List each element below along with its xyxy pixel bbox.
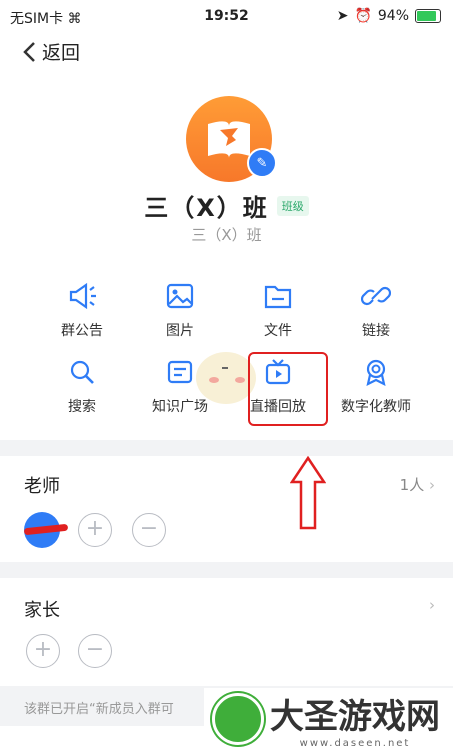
watermark-brand: 大圣游戏网 bbox=[270, 697, 440, 737]
grid-item-search[interactable]: 搜索 bbox=[33, 358, 131, 416]
teachers-count-link[interactable]: 1人 › bbox=[400, 474, 435, 495]
group-name: 三（X）班 bbox=[144, 194, 269, 222]
watermark-domain: www.daseen.net bbox=[299, 738, 411, 749]
location-icon: ➤ bbox=[336, 8, 349, 24]
grid-item-announcement[interactable]: 群公告 bbox=[33, 282, 131, 340]
parents-title: 家长 bbox=[24, 600, 60, 621]
teacher-avatar[interactable] bbox=[23, 512, 69, 548]
add-teacher-button[interactable]: + bbox=[78, 513, 112, 547]
grid-item-files[interactable]: 文件 bbox=[229, 282, 327, 340]
grid-label: 文件 bbox=[264, 323, 292, 339]
watermark-logo bbox=[212, 693, 264, 745]
grid-label: 数字化教师 bbox=[341, 399, 411, 415]
chevron-right-icon: › bbox=[429, 596, 435, 614]
grid-label: 群公告 bbox=[61, 323, 103, 339]
minus-icon: − bbox=[139, 516, 159, 541]
alarm-icon: ⏰ bbox=[354, 8, 372, 24]
knowledge-icon bbox=[167, 360, 193, 384]
group-subname: 三（X）班 bbox=[191, 226, 262, 244]
group-title-row: 三（X）班 班级 bbox=[0, 188, 453, 223]
section-divider bbox=[0, 440, 453, 456]
watermark: 大圣游戏网 www.daseen.net bbox=[204, 688, 453, 750]
watermark-text: 大圣游戏网 www.daseen.net bbox=[270, 689, 440, 749]
grid-label: 搜索 bbox=[68, 399, 96, 415]
battery-percent: 94% bbox=[377, 8, 409, 24]
status-right: ➤ ⏰ 94% bbox=[337, 8, 441, 24]
teachers-count: 1人 bbox=[399, 476, 425, 494]
chevron-right-icon: › bbox=[429, 476, 435, 494]
highlight-box bbox=[248, 352, 328, 426]
group-tag: 班级 bbox=[276, 195, 309, 216]
folder-icon bbox=[264, 285, 292, 309]
plus-icon: + bbox=[33, 637, 53, 662]
battery-icon bbox=[415, 9, 441, 23]
grid-item-images[interactable]: 图片 bbox=[131, 282, 229, 340]
chevron-left-icon bbox=[23, 41, 35, 62]
up-arrow-annotation bbox=[290, 456, 326, 530]
status-bar: 无SIM卡 ⌘ 19:52 ➤ ⏰ 94% bbox=[0, 0, 453, 34]
badge-icon bbox=[366, 359, 386, 387]
minus-icon: − bbox=[85, 637, 105, 662]
back-label: 返回 bbox=[42, 42, 81, 64]
edit-avatar-button[interactable]: ✎ bbox=[247, 148, 277, 178]
parents-link[interactable]: › bbox=[429, 596, 435, 614]
back-button[interactable]: 返回 bbox=[22, 38, 80, 65]
grid-item-digital-teacher[interactable]: 数字化教师 bbox=[327, 358, 425, 416]
add-parent-button[interactable]: + bbox=[26, 634, 60, 668]
link-icon bbox=[360, 286, 392, 306]
grid-label: 图片 bbox=[166, 323, 194, 339]
remove-teacher-button[interactable]: − bbox=[132, 513, 166, 547]
remove-parent-button[interactable]: − bbox=[78, 634, 112, 668]
grid-item-links[interactable]: 链接 bbox=[327, 282, 425, 340]
plus-icon: + bbox=[85, 516, 105, 541]
redaction-mark bbox=[23, 523, 69, 536]
teachers-title: 老师 bbox=[24, 476, 60, 497]
megaphone-icon bbox=[69, 282, 96, 310]
battery-fill bbox=[417, 11, 436, 21]
grid-label: 链接 bbox=[362, 323, 390, 339]
pencil-icon: ✎ bbox=[256, 155, 268, 171]
section-divider bbox=[0, 562, 453, 578]
image-icon bbox=[166, 283, 194, 309]
search-icon bbox=[70, 360, 94, 384]
